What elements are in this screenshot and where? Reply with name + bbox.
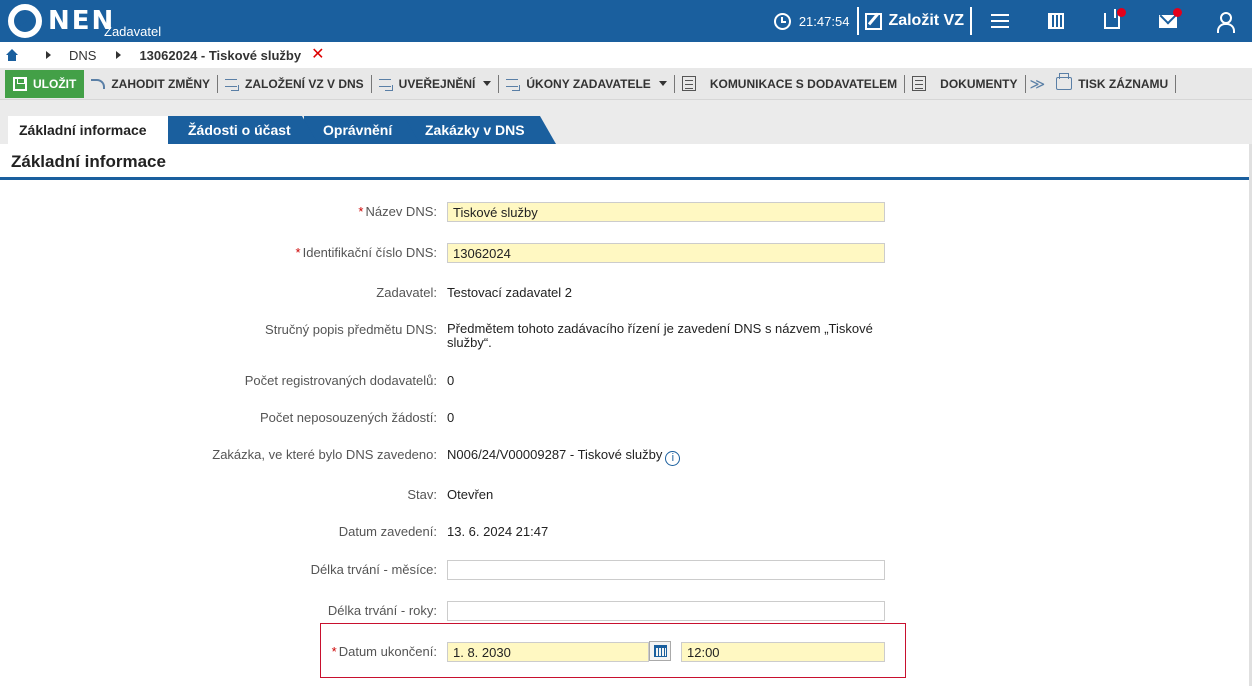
print-record-label: TISK ZÁZNAMU [1078, 76, 1169, 91]
double-chevron-right-icon: ≫ [1029, 75, 1046, 93]
close-icon[interactable]: ✕ [311, 47, 324, 63]
publish-label: UVEŘEJNĚNÍ [398, 76, 476, 91]
breadcrumb-arrow-icon [116, 51, 122, 59]
calculator-icon [1048, 13, 1064, 29]
contracting-actions-label: ÚKONY ZADAVATELE [526, 76, 651, 91]
action-toolbar: ULOŽIT ZAHODIT ZMĚNY ZALOŽENÍ VZ V DNS U… [0, 68, 1252, 100]
required-mark: * [358, 204, 364, 219]
end-date-input[interactable] [447, 642, 649, 662]
clock-icon [773, 12, 791, 30]
publish-dropdown[interactable]: UVEŘEJNĚNÍ [372, 68, 499, 100]
notification-dot [1173, 8, 1182, 17]
end-time-input[interactable] [681, 642, 885, 662]
document-icon [912, 76, 927, 91]
messages-button[interactable] [1140, 0, 1196, 42]
logo-subtitle: Zadavatel [104, 24, 162, 39]
discard-changes-button[interactable]: ZAHODIT ZMĚNY [84, 68, 217, 100]
toolbar-separator [1175, 74, 1177, 93]
duration-years-input[interactable] [447, 601, 885, 621]
floppy-icon [13, 76, 27, 91]
more-actions-button[interactable]: ≫ [1026, 68, 1050, 100]
info-icon[interactable]: i [665, 451, 681, 466]
established-value: 13. 6. 2024 21:47 [447, 524, 549, 539]
user-button[interactable] [1196, 0, 1252, 42]
documents-button[interactable]: DOKUMENTY [905, 68, 1024, 100]
caret-down-icon [658, 81, 667, 86]
tab-participation-requests[interactable]: Žádosti o účast [168, 116, 318, 144]
calendar-icon [653, 645, 667, 657]
home-icon[interactable] [6, 49, 18, 61]
documents-label: DOKUMENTY [940, 76, 1018, 91]
state-value: Otevřen [447, 487, 494, 502]
supplier-communication-label: KOMUNIKACE S DODAVATELEM [709, 76, 898, 91]
breadcrumb: DNS 13062024 - Tiskové služby ✕ [0, 42, 1252, 68]
undo-icon [91, 78, 106, 89]
state-label: Stav: [407, 487, 437, 502]
name-label: * Název DNS: [358, 204, 437, 219]
description-label: Stručný popis předmětu DNS: [265, 322, 437, 337]
duration-months-input[interactable] [447, 560, 885, 580]
save-button[interactable]: ULOŽIT [5, 69, 85, 98]
dns-id-input[interactable] [447, 243, 885, 263]
established-label: Datum zavedení: [338, 524, 437, 539]
create-vz-in-dns-label: ZALOŽENÍ VZ V DNS [245, 76, 364, 91]
pending-value: 0 [447, 410, 455, 425]
breadcrumb-arrow-icon [46, 51, 51, 59]
calculator-button[interactable] [1028, 0, 1084, 42]
user-icon [1216, 12, 1235, 33]
contracting-label: Zadavatel: [376, 285, 437, 300]
menu-button[interactable] [972, 0, 1028, 42]
discard-label: ZAHODIT ZMĚNY [111, 76, 210, 91]
print-record-button[interactable]: TISK ZÁZNAMU [1049, 68, 1175, 100]
mail-icon [1159, 14, 1177, 28]
create-vz-label: Založit VZ [888, 12, 964, 29]
hamburger-icon [991, 14, 1009, 28]
supplier-communication-button[interactable]: KOMUNIKACE S DODAVATELEM [675, 68, 904, 100]
tab-contracts-in-dns[interactable]: Zakázky v DNS [404, 116, 556, 144]
contract-link[interactable]: N006/24/V00009287 - Tiskové služby [447, 447, 662, 462]
required-mark: * [331, 644, 337, 659]
registered-label: Počet registrovaných dodavatelů: [244, 373, 437, 388]
tab-bar: Základní informace Žádosti o účast Opráv… [0, 116, 1252, 144]
required-mark: * [295, 245, 301, 260]
contract-value: N006/24/V00009287 - Tiskové služby i [447, 447, 681, 466]
id-label: * Identifikační číslo DNS: [295, 245, 437, 260]
tab-permissions[interactable]: Oprávnění [304, 116, 420, 144]
section-title: Základní informace [0, 144, 1249, 180]
logo-ring-icon [8, 4, 42, 38]
registered-value: 0 [447, 373, 455, 388]
end-date-label: * Datum ukončení: [331, 644, 437, 659]
months-label: Délka trvání - měsíce: [310, 562, 437, 577]
inbox-button[interactable] [1084, 0, 1140, 42]
document-icon [681, 76, 696, 91]
notification-dot [1117, 8, 1126, 17]
pending-label: Počet neposouzených žádostí: [259, 410, 437, 425]
tab-basic-info[interactable]: Základní informace [8, 116, 168, 144]
contract-label: Zakázka, ve které bylo DNS zavedeno: [212, 447, 437, 462]
app-header: NEN Zadavatel 21:47:54 Založit VZ [0, 0, 1252, 42]
workflow-icon [378, 78, 393, 91]
dns-name-input[interactable] [447, 202, 885, 222]
create-vz-in-dns-button[interactable]: ZALOŽENÍ VZ V DNS [218, 68, 371, 100]
edit-icon [865, 12, 883, 30]
session-clock: 21:47:54 [773, 12, 858, 30]
caret-down-icon [483, 81, 492, 86]
contracting-actions-dropdown[interactable]: ÚKONY ZADAVATELE [499, 68, 673, 100]
workflow-icon [225, 78, 239, 91]
workflow-icon [506, 78, 521, 91]
nen-logo[interactable]: NEN [8, 4, 115, 38]
breadcrumb-current: 13062024 - Tiskové služby [139, 47, 302, 63]
years-label: Délka trvání - roky: [327, 603, 437, 618]
calendar-button[interactable] [649, 641, 671, 661]
description-value: Předmětem tohoto zadávacího řízení je za… [447, 321, 873, 350]
create-vz-button[interactable]: Založit VZ [859, 12, 970, 30]
save-label: ULOŽIT [33, 76, 77, 91]
breadcrumb-dns[interactable]: DNS [69, 48, 96, 63]
contracting-value: Testovací zadavatel 2 [447, 285, 573, 300]
clock-time: 21:47:54 [798, 13, 850, 29]
printer-icon [1056, 73, 1073, 90]
